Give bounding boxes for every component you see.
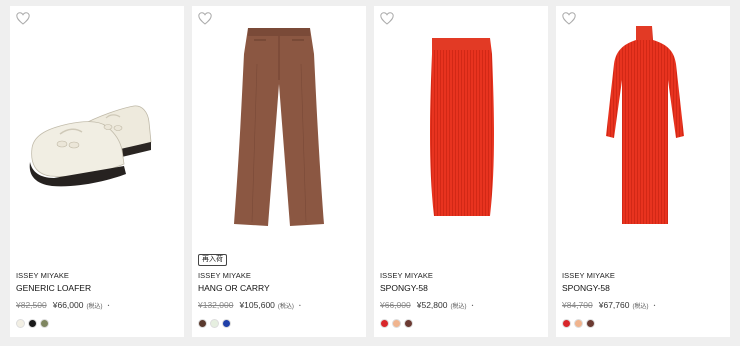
color-swatch[interactable]: [210, 319, 219, 328]
product-brand: ISSEY MIYAKE: [562, 271, 616, 280]
original-price: ¥132,000: [198, 300, 234, 310]
color-swatch[interactable]: [380, 319, 389, 328]
price-dot: ・: [651, 304, 658, 310]
original-price: ¥66,000: [380, 300, 411, 310]
color-swatches: [16, 319, 49, 328]
price-dot: ・: [105, 304, 112, 310]
product-name[interactable]: SPONGY-58: [562, 283, 610, 293]
sale-price: ¥67,760: [598, 300, 630, 310]
color-swatch[interactable]: [574, 319, 583, 328]
color-swatch[interactable]: [16, 319, 25, 328]
product-brand: ISSEY MIYAKE: [16, 271, 70, 280]
price-dot: ・: [296, 304, 303, 310]
restock-badge: 再入荷: [198, 254, 227, 266]
color-swatch[interactable]: [562, 319, 571, 328]
color-swatch[interactable]: [28, 319, 37, 328]
tax-label: (税込): [277, 304, 294, 310]
product-image-loafer[interactable]: [10, 24, 184, 246]
tax-label: (税込): [86, 304, 103, 310]
color-swatch[interactable]: [222, 319, 231, 328]
product-price: ¥132,000 ¥105,600 (税込) ・: [198, 300, 303, 310]
product-price: ¥66,000 ¥52,800 (税込) ・: [380, 300, 475, 310]
product-image-dress[interactable]: [556, 24, 730, 246]
product-grid: ISSEY MIYAKE GENERIC LOAFER ¥82,500 ¥66,0…: [0, 0, 740, 346]
sale-price: ¥66,000: [52, 300, 84, 310]
original-price: ¥82,500: [16, 300, 47, 310]
color-swatches: [562, 319, 595, 328]
tax-label: (税込): [632, 304, 649, 310]
product-brand: ISSEY MIYAKE: [198, 271, 252, 280]
product-brand: ISSEY MIYAKE: [380, 271, 434, 280]
product-name[interactable]: HANG OR CARRY: [198, 283, 270, 293]
tax-label: (税込): [450, 304, 467, 310]
product-name[interactable]: GENERIC LOAFER: [16, 283, 91, 293]
product-name[interactable]: SPONGY-58: [380, 283, 428, 293]
product-price: ¥84,700 ¥67,760 (税込) ・: [562, 300, 657, 310]
product-image-skirt[interactable]: [374, 24, 548, 246]
product-image-pants[interactable]: [192, 24, 366, 246]
product-card-spongy-58-skirt[interactable]: ISSEY MIYAKE SPONGY-58 ¥66,000 ¥52,800 (税込…: [374, 6, 548, 337]
color-swatch[interactable]: [586, 319, 595, 328]
color-swatch[interactable]: [404, 319, 413, 328]
color-swatches: [198, 319, 231, 328]
price-dot: ・: [469, 304, 476, 310]
product-card-generic-loafer[interactable]: ISSEY MIYAKE GENERIC LOAFER ¥82,500 ¥66,0…: [10, 6, 184, 337]
color-swatch[interactable]: [198, 319, 207, 328]
sale-price: ¥52,800: [416, 300, 448, 310]
color-swatches: [380, 319, 413, 328]
sale-price: ¥105,600: [239, 300, 275, 310]
original-price: ¥84,700: [562, 300, 593, 310]
color-swatch[interactable]: [392, 319, 401, 328]
product-card-hang-or-carry[interactable]: 再入荷 ISSEY MIYAKE HANG OR CARRY ¥132,000 ¥…: [192, 6, 366, 337]
product-card-spongy-58-dress[interactable]: ISSEY MIYAKE SPONGY-58 ¥84,700 ¥67,760 (税込…: [556, 6, 730, 337]
color-swatch[interactable]: [40, 319, 49, 328]
product-price: ¥82,500 ¥66,000 (税込) ・: [16, 300, 111, 310]
